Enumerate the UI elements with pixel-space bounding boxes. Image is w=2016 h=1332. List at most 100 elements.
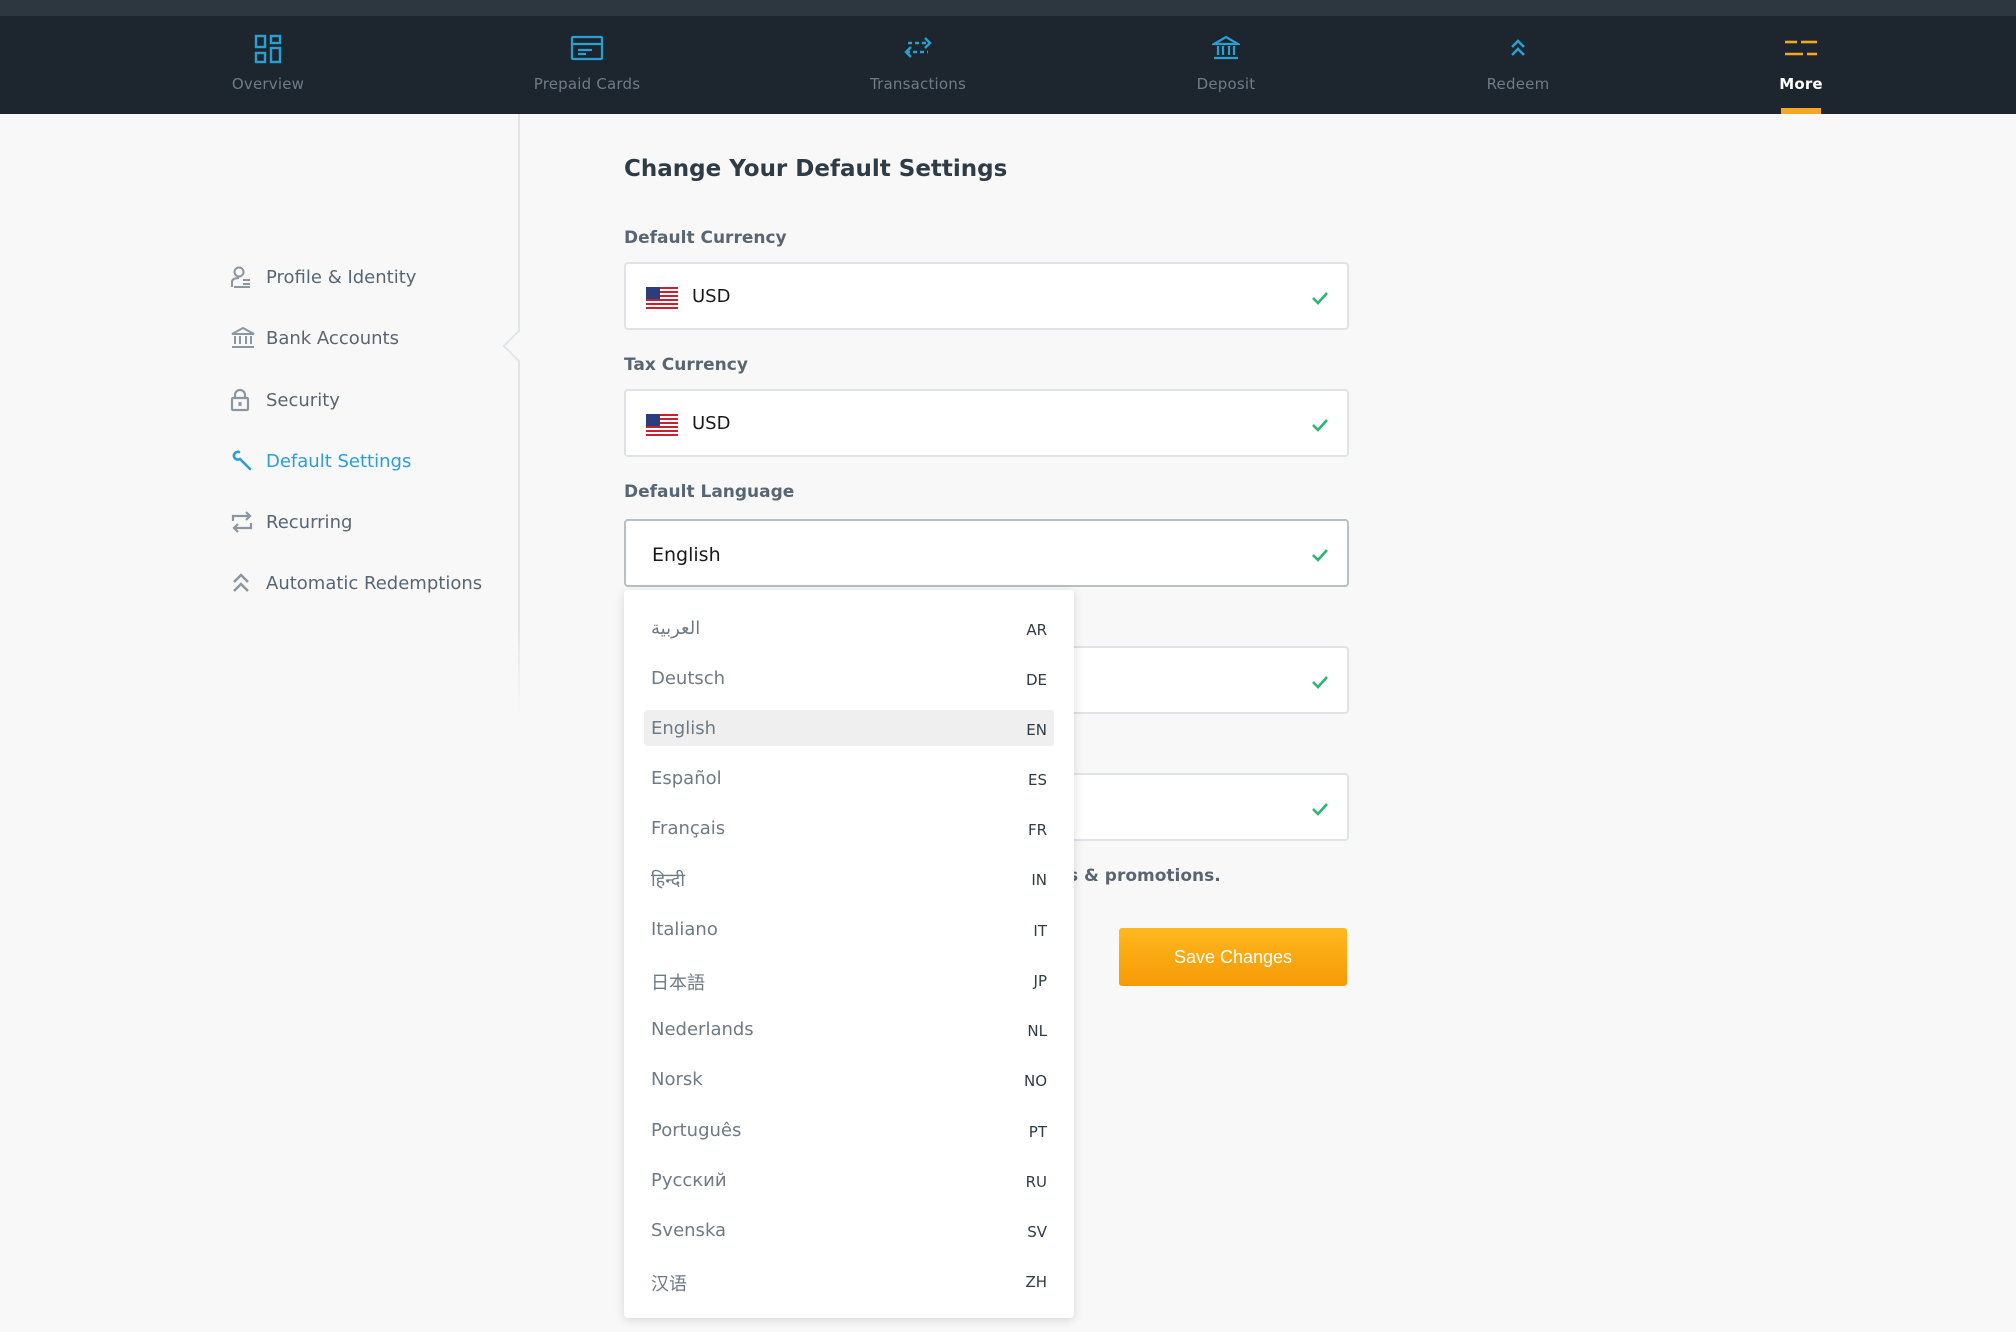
option-name: Norsk [651,1069,703,1090]
option-name: Español [651,768,722,789]
option-code: IN [1031,871,1047,889]
language-option[interactable]: Nederlands NL [644,1011,1054,1047]
grid-icon [254,34,282,68]
sidebar-item-label: Bank Accounts [266,327,399,349]
sidebar-item-default-settings[interactable]: Default Settings [230,443,411,479]
language-option[interactable]: Português PT [644,1112,1054,1148]
nav-label: Transactions [869,75,967,93]
option-code: RU [1025,1173,1047,1191]
language-option[interactable]: हिन्दी IN [644,860,1054,896]
select-value: USD [692,413,731,434]
top-strip [0,0,2016,16]
promotions-text: s & promotions. [1068,866,1221,886]
default-currency-label: Default Currency [624,228,787,248]
language-option[interactable]: Deutsch DE [644,660,1054,696]
nav-label: Deposit [1196,75,1256,93]
option-code: IT [1033,922,1047,940]
option-code: DE [1025,671,1047,689]
sidebar-item-recurring[interactable]: Recurring [230,504,352,540]
language-option[interactable]: Italiano IT [644,911,1054,947]
select-value: English [652,544,721,566]
page-title: Change Your Default Settings [624,156,1008,182]
language-option-selected[interactable]: English EN [644,710,1054,746]
check-icon [1311,290,1329,309]
nav-redeem[interactable]: Redeem [1418,16,1618,114]
option-name: 日本語 [651,973,705,994]
sidebar-item-label: Automatic Redemptions [266,572,483,594]
option-code: FR [1027,821,1047,839]
option-code: ZH [1025,1273,1047,1291]
nav-label: Prepaid Cards [533,75,641,93]
option-name: Français [651,818,726,839]
repeat-icon [230,511,258,533]
option-name: Русский [651,1170,727,1191]
us-flag-icon [646,287,678,309]
sidebar-item-profile[interactable]: Profile & Identity [230,259,416,295]
lock-icon [230,388,258,412]
option-code: PT [1028,1123,1047,1141]
language-dropdown: العربية AR Deutsch DE English EN Español ES … [624,590,1074,1318]
nav-transactions[interactable]: Transactions [818,16,1018,114]
language-option[interactable]: Svenska SV [644,1212,1054,1248]
card-icon [570,34,604,66]
default-currency-select[interactable]: USD [624,262,1349,330]
tax-currency-select[interactable]: USD [624,389,1349,457]
option-name: 汉语 [651,1274,687,1295]
option-name: Italiano [651,919,718,940]
active-indicator [1781,108,1821,114]
check-icon [1311,674,1329,693]
option-code: ES [1028,771,1047,789]
option-name: English [651,718,716,739]
arrows-icon [898,34,938,66]
option-name: العربية [651,618,701,639]
bank-icon [1209,34,1243,66]
bank-icon [230,326,258,350]
nav-label: More [1779,75,1823,93]
language-option[interactable]: العربية AR [644,610,1054,646]
nav-label: Redeem [1486,75,1550,93]
sidebar-item-label: Security [266,389,340,411]
select-value: USD [692,286,731,307]
option-name: Deutsch [651,668,726,689]
option-code: EN [1026,721,1047,739]
language-option[interactable]: Français FR [644,810,1054,846]
check-icon [1311,547,1329,566]
check-icon [1311,801,1329,820]
language-option[interactable]: 汉语 ZH [644,1262,1054,1298]
nav-overview[interactable]: Overview [168,16,368,114]
nav-deposit[interactable]: Deposit [1126,16,1326,114]
language-option[interactable]: Norsk NO [644,1061,1054,1097]
option-code: JP [1033,972,1047,990]
sidebar-item-security[interactable]: Security [230,382,340,418]
option-name: Português [651,1120,742,1141]
option-name: हिन्दी [651,870,686,891]
nav-prepaid-cards[interactable]: Prepaid Cards [487,16,687,114]
save-changes-button[interactable]: Save Changes [1119,928,1347,986]
option-code: SV [1027,1223,1047,1241]
check-icon [1311,417,1329,436]
option-code: AR [1026,621,1047,639]
tax-currency-label: Tax Currency [624,355,748,375]
sidebar-item-bank-accounts[interactable]: Bank Accounts [230,320,399,356]
sidebar-item-automatic-redemptions[interactable]: Automatic Redemptions [230,565,482,601]
sidebar-item-label: Recurring [266,511,353,533]
option-name: Nederlands [651,1019,754,1040]
sidebar-divider [518,114,520,714]
sidebar-item-label: Default Settings [266,450,412,472]
option-code: NO [1023,1072,1047,1090]
profile-icon [230,265,258,289]
nav-label: Overview [231,75,305,93]
language-option[interactable]: Español ES [644,760,1054,796]
chevrons-up-icon [230,571,258,595]
chevrons-up-icon [1506,34,1530,66]
nav-more[interactable]: More [1701,16,1901,114]
default-language-label: Default Language [624,482,795,502]
us-flag-icon [646,414,678,436]
top-navigation: Overview Prepaid Cards Transactions Depo… [0,16,2016,114]
menu-icon [1783,34,1819,66]
wrench-icon [230,449,258,473]
option-name: Svenska [651,1220,727,1241]
language-option[interactable]: 日本語 JP [644,961,1054,997]
default-language-select[interactable]: English [624,519,1349,587]
language-option[interactable]: Русский RU [644,1162,1054,1198]
